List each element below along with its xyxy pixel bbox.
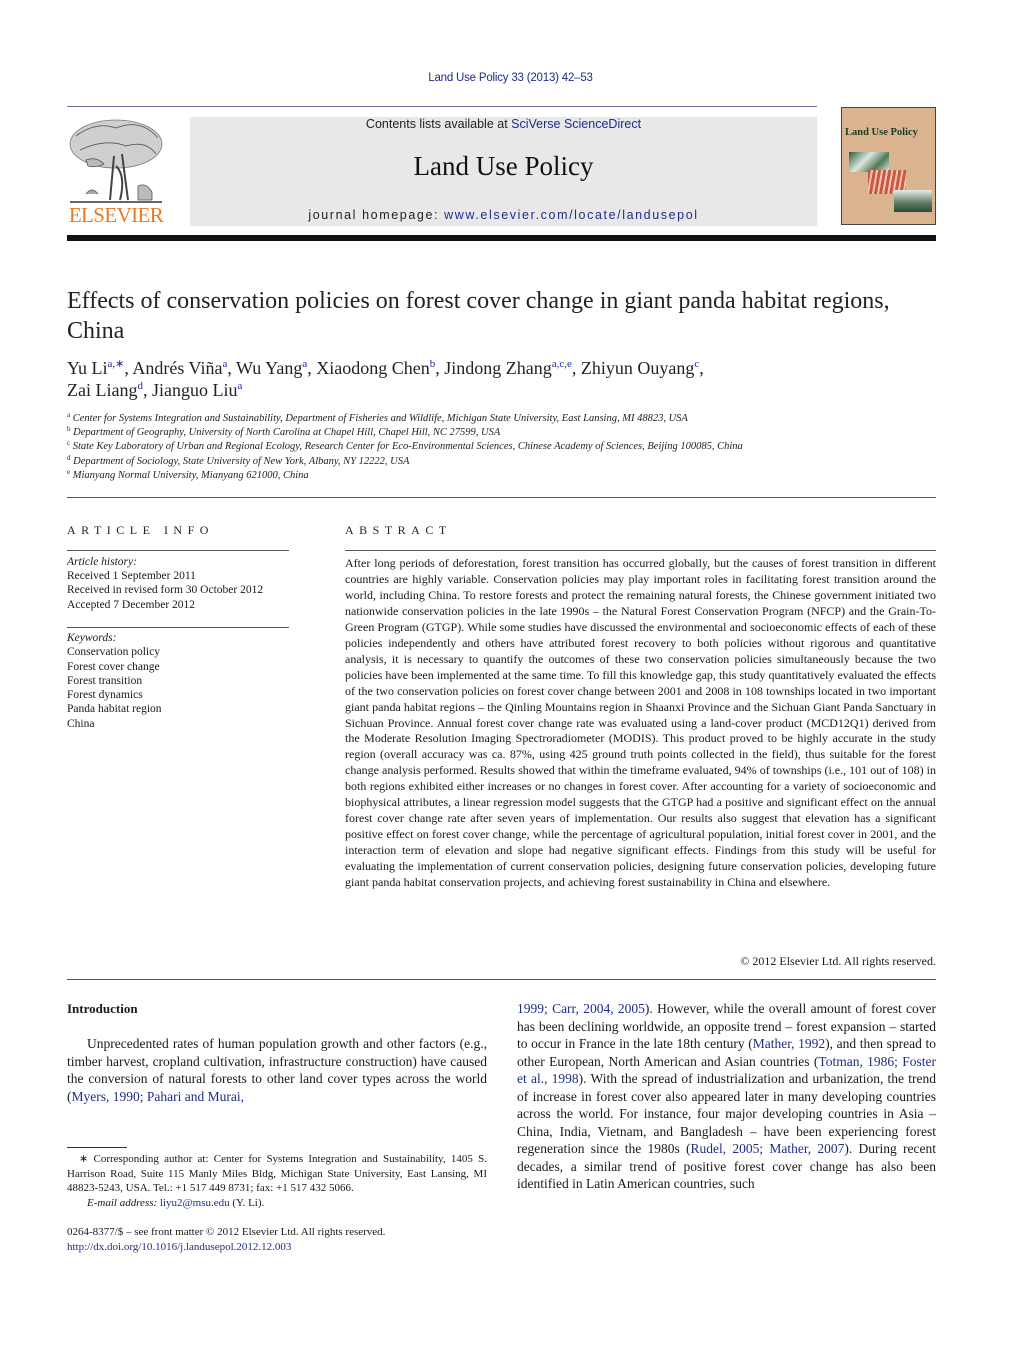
homepage-prefix: journal homepage: <box>308 208 445 222</box>
author-list: Yu Lia,∗, Andrés Viñaa, Wu Yanga, Xiaodo… <box>67 358 704 400</box>
keywords-label: Keywords: <box>67 632 117 644</box>
citation-link[interactable]: Mather, 1992 <box>753 1036 825 1051</box>
affiliation: c State Key Laboratory of Urban and Regi… <box>67 439 743 453</box>
doi-link[interactable]: http://dx.doi.org/10.1016/j.landusepol.2… <box>67 1240 507 1255</box>
section-divider <box>67 979 936 980</box>
journal-cover-thumbnail[interactable]: Land Use Policy <box>841 107 936 225</box>
author[interactable]: Andrés Viñaa <box>132 358 227 378</box>
citation-link[interactable]: Rudel, 2005; Mather, 2007 <box>690 1141 844 1156</box>
author[interactable]: Xiaodong Chenb <box>316 358 435 378</box>
email-line: E-mail address: liyu2@msu.edu (Y. Li). <box>87 1196 265 1209</box>
author[interactable]: Zhiyun Ouyangc <box>581 358 699 378</box>
keyword-list: Keywords: Conservation policy Forest cov… <box>67 631 297 731</box>
contents-availability-line: Contents lists available at SciVerse Sci… <box>190 117 817 131</box>
elsevier-logo[interactable]: ELSEVIER <box>66 116 166 228</box>
author[interactable]: Zai Liangd <box>67 380 143 400</box>
keyword: Panda habitat region <box>67 703 162 716</box>
cover-title: Land Use Policy <box>845 127 918 138</box>
email-link[interactable]: liyu2@msu.edu <box>160 1197 230 1209</box>
cover-image-3 <box>894 190 932 212</box>
abstract-copyright: © 2012 Elsevier Ltd. All rights reserved… <box>740 954 936 968</box>
sciencedirect-link[interactable]: SciVerse ScienceDirect <box>511 117 641 131</box>
article-info-rule <box>67 550 289 551</box>
corresponding-author-footnote: ∗ Corresponding author at: Center for Sy… <box>67 1152 487 1210</box>
affiliation: b Department of Geography, University of… <box>67 425 501 439</box>
journal-header-banner: Contents lists available at SciVerse Sci… <box>190 117 817 226</box>
abstract-text: After long periods of deforestation, for… <box>345 556 936 890</box>
elsevier-tree-icon <box>69 119 163 203</box>
keyword: Conservation policy <box>67 646 160 659</box>
introduction-heading: Introduction <box>67 1001 138 1016</box>
abstract-rule <box>345 550 936 551</box>
history-item: Accepted 7 December 2012 <box>67 598 196 611</box>
cover-image-1 <box>849 152 889 172</box>
keyword: Forest transition <box>67 674 143 687</box>
author[interactable]: Jianguo Liua <box>152 380 242 400</box>
keyword: Forest dynamics <box>67 689 143 702</box>
history-item: Received 1 September 2011 <box>67 570 196 583</box>
journal-homepage-line: journal homepage: www.elsevier.com/locat… <box>190 208 817 222</box>
footnote-rule <box>67 1147 127 1148</box>
citation-link[interactable]: Myers, 1990; Pahari and Murai, <box>72 1089 244 1104</box>
corresponding-author-text: ∗ Corresponding author at: Center for Sy… <box>67 1153 487 1195</box>
affiliation-list: a Center for Systems Integration and Sus… <box>67 412 967 483</box>
author[interactable]: Jindong Zhanga,c,e <box>444 358 572 378</box>
keyword: China <box>67 717 95 730</box>
history-label: Article history: <box>67 556 137 568</box>
introduction-text-right: 1999; Carr, 2004, 2005). However, while … <box>517 1001 936 1191</box>
affiliation: e Mianyang Normal University, Mianyang 6… <box>67 467 309 481</box>
header-thick-rule <box>67 235 936 241</box>
affiliation: d Department of Sociology, State Univers… <box>67 453 410 467</box>
abstract-heading: ABSTRACT <box>345 523 452 537</box>
article-info-heading: ARTICLE INFO <box>67 523 214 537</box>
history-item: Received in revised form 30 October 2012 <box>67 584 264 597</box>
journal-reference-link[interactable]: Land Use Policy 33 (2013) 42–53 <box>0 72 1021 84</box>
contents-prefix: Contents lists available at <box>365 117 512 131</box>
journal-title: Land Use Policy <box>413 151 594 181</box>
author[interactable]: Wu Yanga <box>236 358 307 378</box>
keywords-rule <box>67 627 289 628</box>
article-history: Article history: Received 1 September 20… <box>67 555 297 612</box>
author[interactable]: Yu Lia,∗ <box>67 358 124 378</box>
section-divider <box>67 497 936 498</box>
article-title: Effects of conservation policies on fore… <box>67 288 890 344</box>
citation-link[interactable]: 1999; Carr, 2004, 2005 <box>517 1001 645 1016</box>
affiliation: a Center for Systems Integration and Sus… <box>67 411 688 425</box>
introduction-text-left: Unprecedented rates of human population … <box>67 1036 487 1104</box>
journal-homepage-link[interactable]: www.elsevier.com/locate/landusepol <box>444 208 699 222</box>
elsevier-wordmark: ELSEVIER <box>68 203 164 227</box>
issn-line: 0264-8377/$ – see front matter © 2012 El… <box>67 1226 386 1238</box>
header-top-rule <box>67 106 817 107</box>
front-matter: 0264-8377/$ – see front matter © 2012 El… <box>67 1225 507 1255</box>
keyword: Forest cover change <box>67 660 160 673</box>
